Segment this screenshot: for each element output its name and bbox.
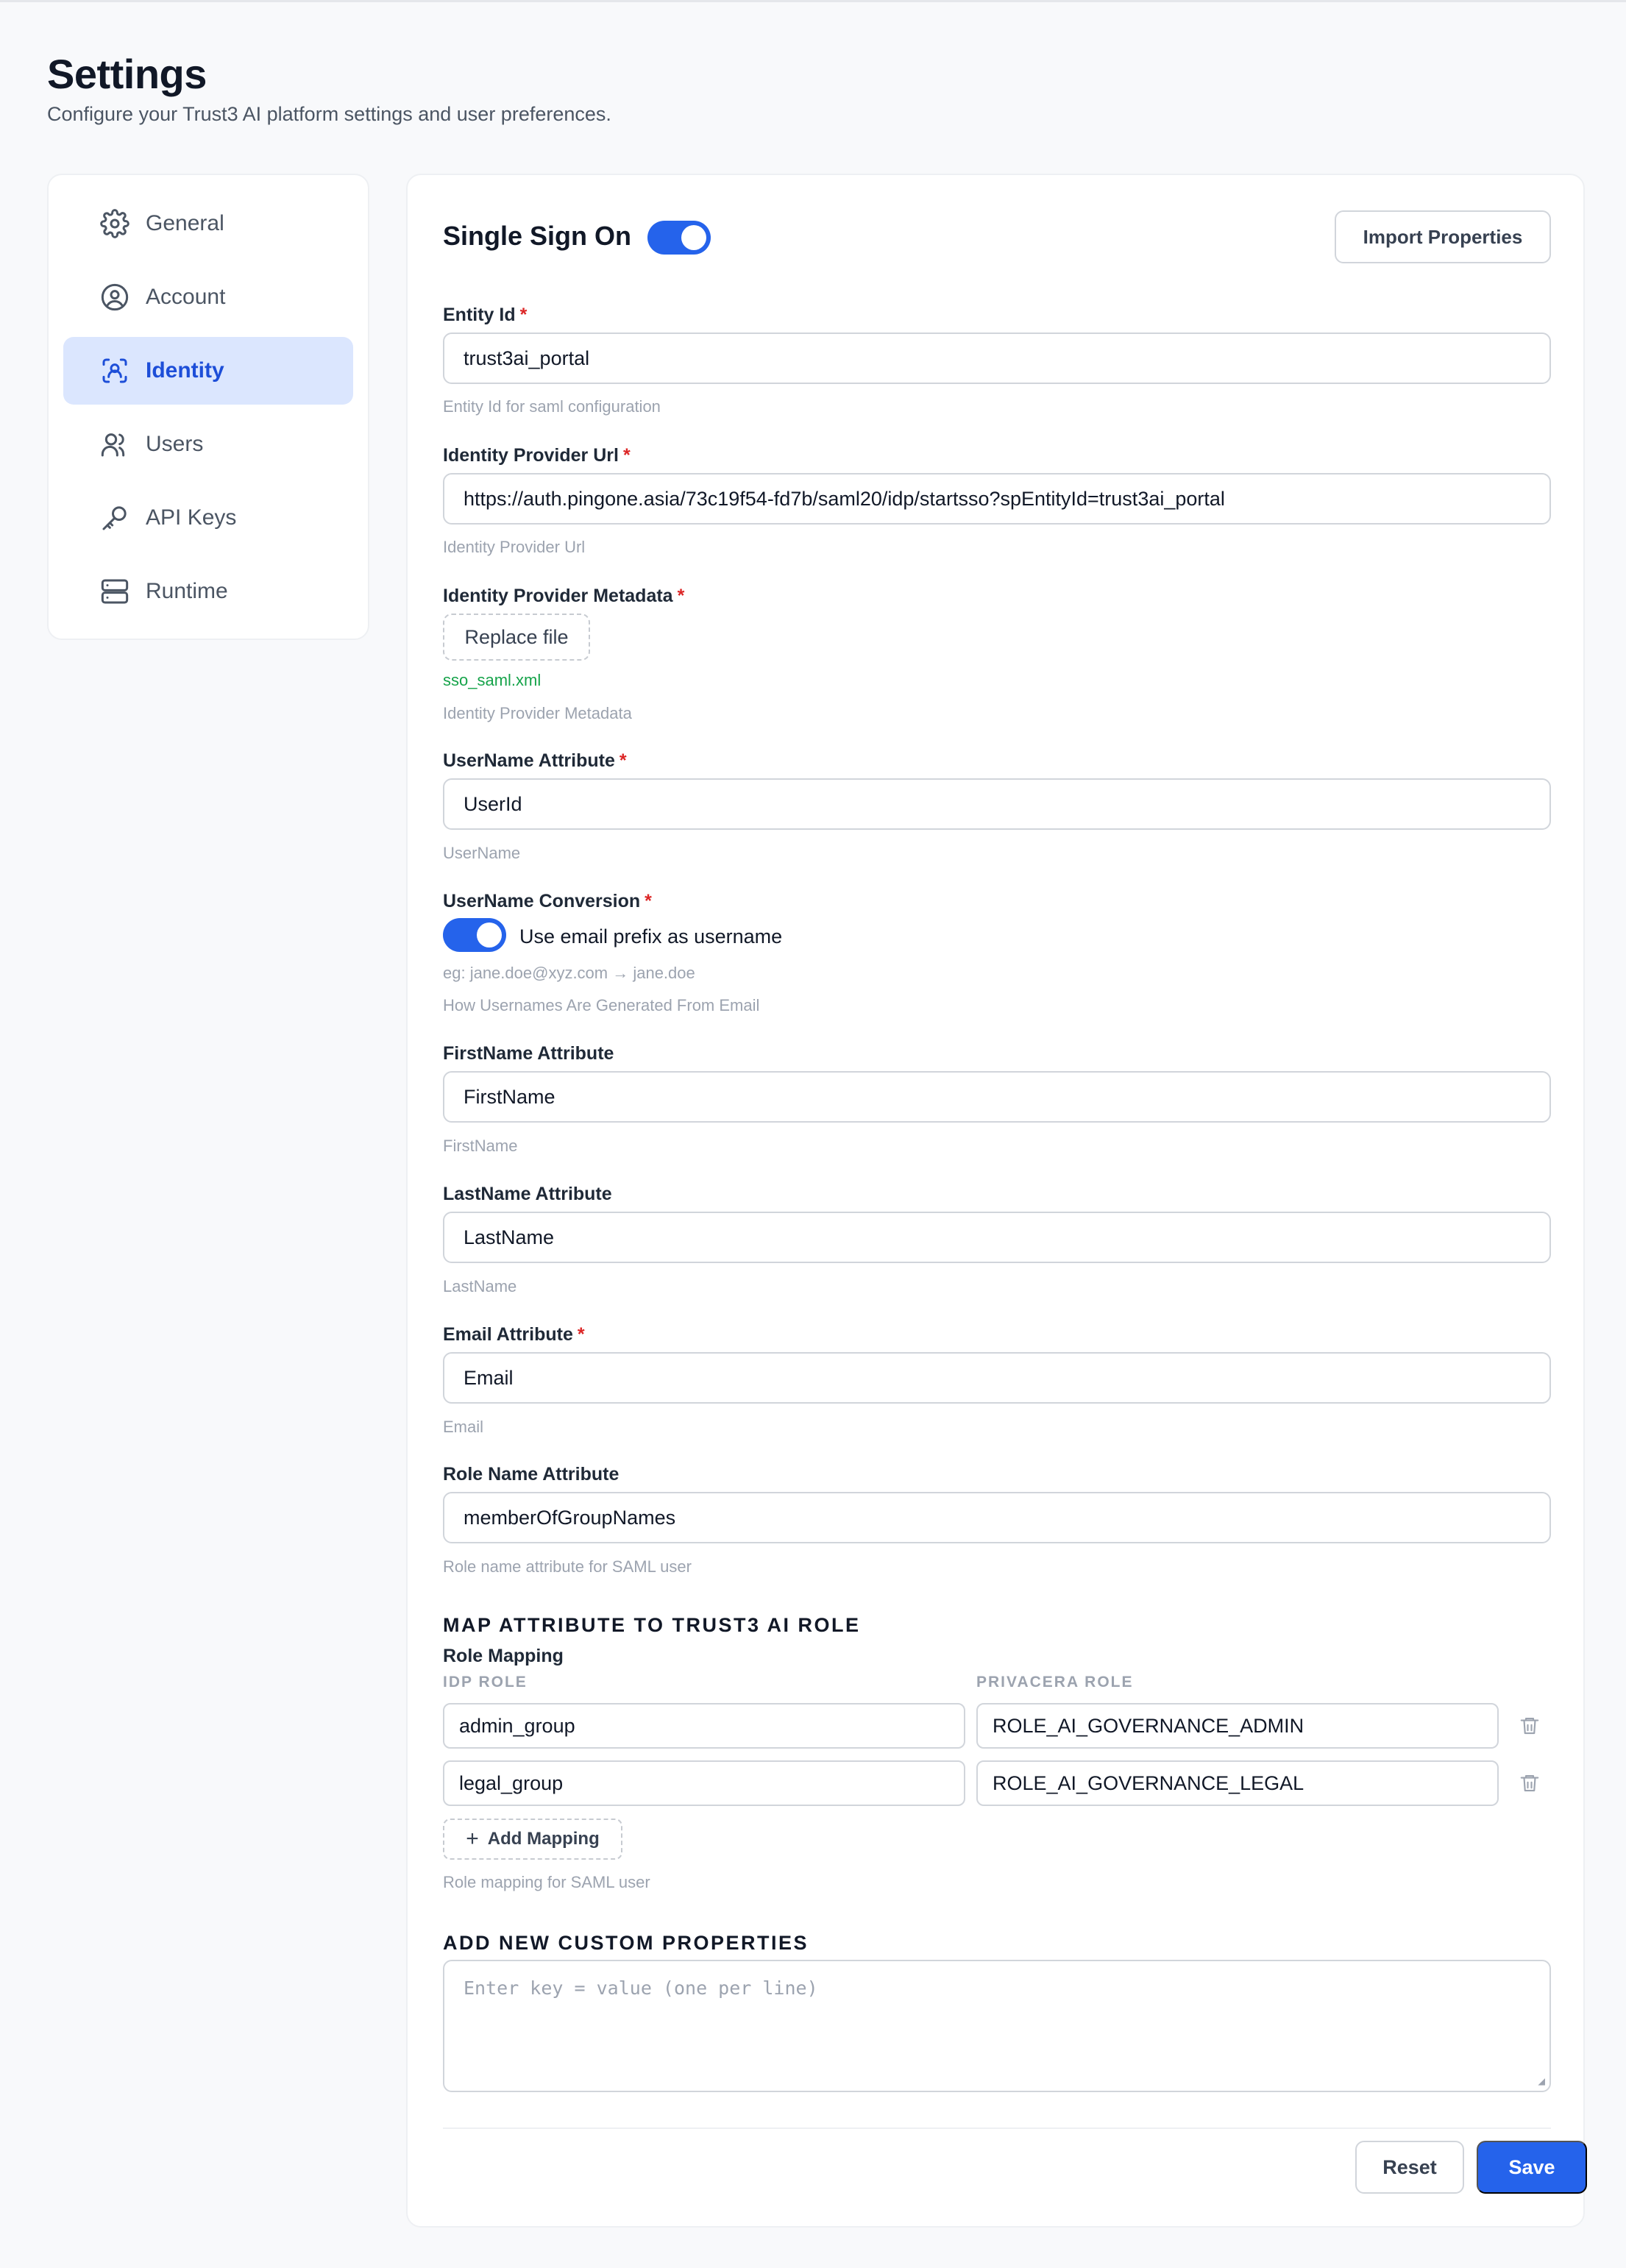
privacera-role-input[interactable]: ROLE_AI_GOVERNANCE_LEGAL [976,1760,1499,1806]
users-icon [100,430,129,459]
username-attribute-input[interactable]: UserId [443,778,1551,830]
idp-url-label: Identity Provider Url * [443,445,631,466]
identity-scan-icon [100,356,129,385]
custom-properties-textarea[interactable]: Enter key = value (one per line) ◢ [443,1960,1551,2092]
delete-mapping-trash-icon[interactable] [1519,1715,1541,1737]
username-conversion-help: How Usernames Are Generated From Email [443,996,760,1014]
sidebar-item-label: Users [146,432,204,456]
reset-button[interactable]: Reset [1355,2141,1464,2194]
email-attribute-label: Email Attribute * [443,1324,585,1345]
username-conversion-label: UserName Conversion * [443,891,652,912]
resize-handle-icon[interactable]: ◢ [1538,2074,1545,2088]
idp-url-help: Identity Provider Url [443,538,586,556]
page-title: Settings [47,51,207,97]
sidebar-item-users[interactable]: Users [63,410,353,478]
sidebar-item-label: General [146,211,224,235]
role-name-attribute-label: Role Name Attribute [443,1464,619,1485]
username-conversion-example: eg: jane.doe@xyz.com → jane.doe [443,964,695,982]
lastname-attribute-help: LastName [443,1277,517,1295]
sidebar-item-account[interactable]: Account [63,263,353,331]
textarea-placeholder: Enter key = value (one per line) [464,1977,818,1999]
username-conversion-toggle[interactable] [443,918,506,952]
role-mapping-section-title: MAP ATTRIBUTE TO TRUST3 AI ROLE [443,1614,861,1636]
gear-icon [100,209,129,238]
firstname-attribute-input[interactable]: FirstName [443,1071,1551,1123]
entity-id-input[interactable]: trust3ai_portal [443,333,1551,384]
top-border [0,0,1626,2]
idp-metadata-label: Identity Provider Metadata * [443,586,684,607]
role-name-attribute-input[interactable]: memberOfGroupNames [443,1492,1551,1543]
save-button[interactable]: Save [1477,2141,1587,2194]
sidebar-item-label: Account [146,285,226,309]
sidebar-item-label: Identity [146,358,224,383]
idp-role-column-header: IDP ROLE [443,1674,528,1691]
delete-mapping-trash-icon[interactable] [1519,1772,1541,1794]
role-name-attribute-help: Role name attribute for SAML user [443,1557,692,1576]
lastname-attribute-input[interactable]: LastName [443,1212,1551,1263]
sso-toggle[interactable] [647,221,711,255]
role-mapping-help: Role mapping for SAML user [443,1873,650,1891]
toggle-knob [477,923,502,948]
required-marker: * [619,750,627,771]
privacera-role-input[interactable]: ROLE_AI_GOVERNANCE_ADMIN [976,1703,1499,1749]
sso-title: Single Sign On [443,221,632,251]
firstname-attribute-help: FirstName [443,1137,518,1155]
username-attribute-help: UserName [443,844,521,862]
email-attribute-input[interactable]: Email [443,1352,1551,1404]
role-mapping-label: Role Mapping [443,1646,564,1666]
label-text: Role Name Attribute [443,1464,619,1485]
lastname-attribute-label: LastName Attribute [443,1184,612,1205]
idp-role-input[interactable]: admin_group [443,1703,965,1749]
label-text: Identity Provider Metadata [443,586,673,606]
page-subtitle: Configure your Trust3 AI platform settin… [47,103,611,125]
entity-id-help: Entity Id for saml configuration [443,397,661,416]
entity-id-label: Entity Id * [443,305,527,326]
sidebar-item-label: API Keys [146,505,237,530]
footer-divider [443,2127,1551,2129]
label-text: FirstName Attribute [443,1043,614,1064]
sidebar-item-label: Runtime [146,579,228,603]
label-text: UserName Conversion [443,891,641,911]
idp-role-input[interactable]: legal_group [443,1760,965,1806]
email-attribute-help: Email [443,1418,484,1436]
custom-properties-section-title: ADD NEW CUSTOM PROPERTIES [443,1932,809,1954]
required-marker: * [577,1324,585,1345]
idp-metadata-help: Identity Provider Metadata [443,704,632,722]
user-circle-icon [100,282,129,312]
label-text: LastName Attribute [443,1184,612,1204]
plus-icon: + [466,1827,479,1851]
key-icon [100,503,129,533]
import-properties-button[interactable]: Import Properties [1335,210,1551,263]
identity-settings-card: Single Sign On Import Properties Entity … [406,174,1587,2228]
label-text: Email Attribute [443,1324,573,1345]
replace-file-button[interactable]: Replace file [443,614,590,661]
server-icon [100,577,129,606]
required-marker: * [519,305,528,325]
label-text: Entity Id [443,305,516,325]
required-marker: * [677,586,685,606]
sidebar-item-general[interactable]: General [63,190,353,257]
label-text: UserName Attribute [443,750,615,771]
sidebar-item-api-keys[interactable]: API Keys [63,484,353,552]
firstname-attribute-label: FirstName Attribute [443,1043,614,1064]
required-marker: * [645,891,652,911]
metadata-file-name: sso_saml.xml [443,671,542,689]
sidebar-item-runtime[interactable]: Runtime [63,558,353,625]
add-mapping-label: Add Mapping [487,1829,600,1849]
label-text: Identity Provider Url [443,445,619,466]
toggle-knob [681,225,706,250]
add-mapping-button[interactable]: + Add Mapping [443,1819,622,1860]
username-attribute-label: UserName Attribute * [443,750,627,772]
idp-url-input[interactable]: https://auth.pingone.asia/73c19f54-fd7b/… [443,473,1551,525]
settings-sidebar: General Account Identity Users API Keys … [47,174,369,640]
required-marker: * [622,445,631,466]
username-conversion-text: Use email prefix as username [519,925,783,948]
sidebar-item-identity[interactable]: Identity [63,337,353,405]
privacera-role-column-header: PRIVACERA ROLE [976,1674,1134,1691]
